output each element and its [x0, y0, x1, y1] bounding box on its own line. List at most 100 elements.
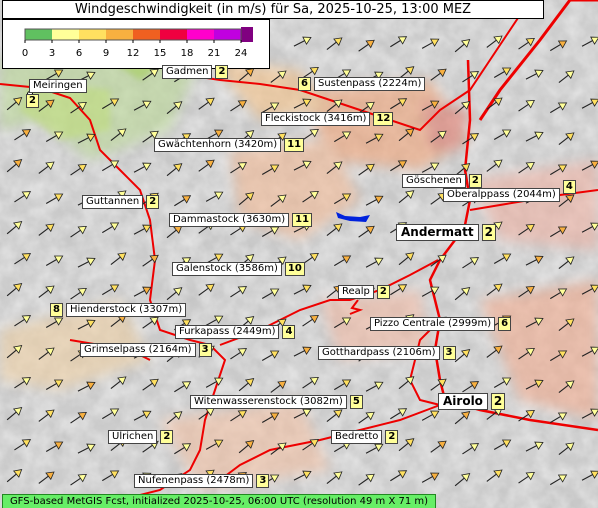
wind-arrow-head	[501, 129, 512, 138]
wind-arrow	[493, 129, 512, 140]
location-name: Bedretto	[331, 430, 383, 444]
location-name: Realp	[338, 285, 374, 299]
wind-arrow	[462, 133, 480, 145]
legend-swatch	[214, 29, 241, 40]
wind-speed-value: 3	[198, 343, 212, 357]
wind-arrow-head	[501, 67, 512, 76]
wind-arrow	[558, 442, 575, 455]
location-name: Guttannen	[82, 195, 144, 209]
location-name: Witenwasserenstock (3082m)	[190, 395, 347, 409]
wind-arrow	[581, 36, 598, 47]
wind-arrow-head	[53, 379, 64, 388]
location-name: Gotthardpass (2106m)	[318, 346, 440, 360]
wind-arrow-head	[374, 381, 384, 390]
wind-arrow-head	[309, 66, 319, 76]
wind-arrow-head	[590, 36, 598, 45]
wind-arrow	[462, 443, 480, 455]
wind-arrow	[550, 474, 568, 486]
wind-arrow-head	[173, 287, 183, 297]
wind-arrow	[390, 36, 408, 48]
wind-arrow	[166, 163, 183, 177]
wind-arrow	[174, 443, 192, 455]
wind-arrow-head	[430, 286, 440, 295]
wind-arrow-head	[493, 35, 503, 45]
wind-arrow	[133, 410, 152, 421]
wind-arrow	[261, 412, 280, 423]
wind-arrow	[38, 161, 55, 174]
wind-speed-value: 2	[215, 65, 229, 79]
location-label: 8 Hienderstock (3307m)	[50, 303, 187, 317]
wind-speed-value: 3	[256, 474, 270, 488]
wind-arrow-head	[493, 345, 503, 355]
wind-arrow	[462, 71, 480, 83]
wind-arrow-head	[77, 163, 87, 173]
wind-arrow-head	[109, 284, 120, 293]
wind-arrow-head	[405, 376, 415, 386]
wind-arrow	[238, 378, 255, 392]
location-name: Galenstock (3586m)	[172, 262, 282, 276]
wind-arrow-head	[365, 163, 375, 173]
wind-arrow	[390, 98, 408, 110]
wind-speed-value: 2	[160, 430, 174, 444]
legend-tick-label: 9	[103, 48, 109, 59]
wind-arrow-head	[437, 440, 447, 450]
wind-arrow-head	[469, 443, 480, 452]
wind-arrow	[261, 350, 280, 361]
wind-arrow-head	[374, 195, 384, 204]
wind-arrow	[525, 131, 544, 142]
wind-arrow-head	[525, 409, 535, 419]
wind-arrow-head	[333, 471, 343, 481]
wind-arrow	[334, 131, 352, 143]
location-label: Grimselpass (2164m) 3	[80, 343, 212, 357]
wind-arrow-head	[557, 412, 568, 421]
wind-arrow-head	[269, 474, 280, 483]
wind-arrow	[77, 443, 96, 454]
wind-arrow	[558, 380, 575, 393]
wind-arrow	[230, 286, 248, 298]
wind-arrow-head	[534, 379, 544, 388]
location-name: Grimselpass (2164m)	[80, 343, 196, 357]
wind-arrow-head	[181, 443, 192, 452]
wind-arrow-head	[214, 253, 224, 262]
wind-arrow-head	[469, 257, 480, 266]
wind-arrow-head	[117, 128, 127, 138]
wind-arrow-head	[397, 408, 408, 417]
wind-arrow-head	[309, 314, 319, 324]
wind-arrow-head	[493, 159, 503, 169]
legend-tick-label: 24	[235, 48, 248, 59]
wind-arrow	[581, 98, 598, 109]
wind-arrow-head	[590, 408, 598, 417]
wind-arrow-head	[86, 133, 96, 142]
wind-arrow	[102, 470, 120, 482]
legend-swatch	[52, 29, 79, 40]
wind-arrow	[14, 191, 32, 203]
wind-arrow-head	[469, 381, 480, 390]
wind-arrow	[38, 223, 55, 236]
wind-arrow	[70, 163, 87, 176]
wind-speed-value: 8	[50, 303, 63, 317]
wind-arrow	[430, 130, 447, 143]
wind-arrow	[14, 129, 32, 141]
wind-arrow	[102, 284, 120, 296]
wind-arrow-head	[333, 223, 343, 233]
wind-arrow	[581, 346, 598, 357]
wind-arrow-head	[77, 287, 87, 297]
wind-arrow-head	[269, 164, 280, 173]
wind-arrow	[486, 283, 503, 296]
wind-arrow	[70, 411, 87, 424]
wind-arrow	[550, 412, 568, 424]
wind-arrow	[205, 439, 224, 450]
wind-arrow	[205, 377, 224, 388]
wind-arrow-head	[45, 409, 55, 419]
wind-arrow-head	[590, 222, 598, 231]
wind-arrow	[38, 347, 55, 360]
legend-swatch	[79, 29, 106, 40]
wind-arrow-head	[341, 255, 352, 264]
wind-arrow-head	[86, 257, 96, 266]
wind-arrow	[390, 284, 408, 296]
wind-arrow-head	[590, 346, 598, 355]
wind-arrow-head	[590, 98, 598, 107]
wind-arrow	[430, 68, 447, 81]
wind-arrow	[525, 441, 544, 452]
wind-arrow-head	[309, 438, 319, 448]
